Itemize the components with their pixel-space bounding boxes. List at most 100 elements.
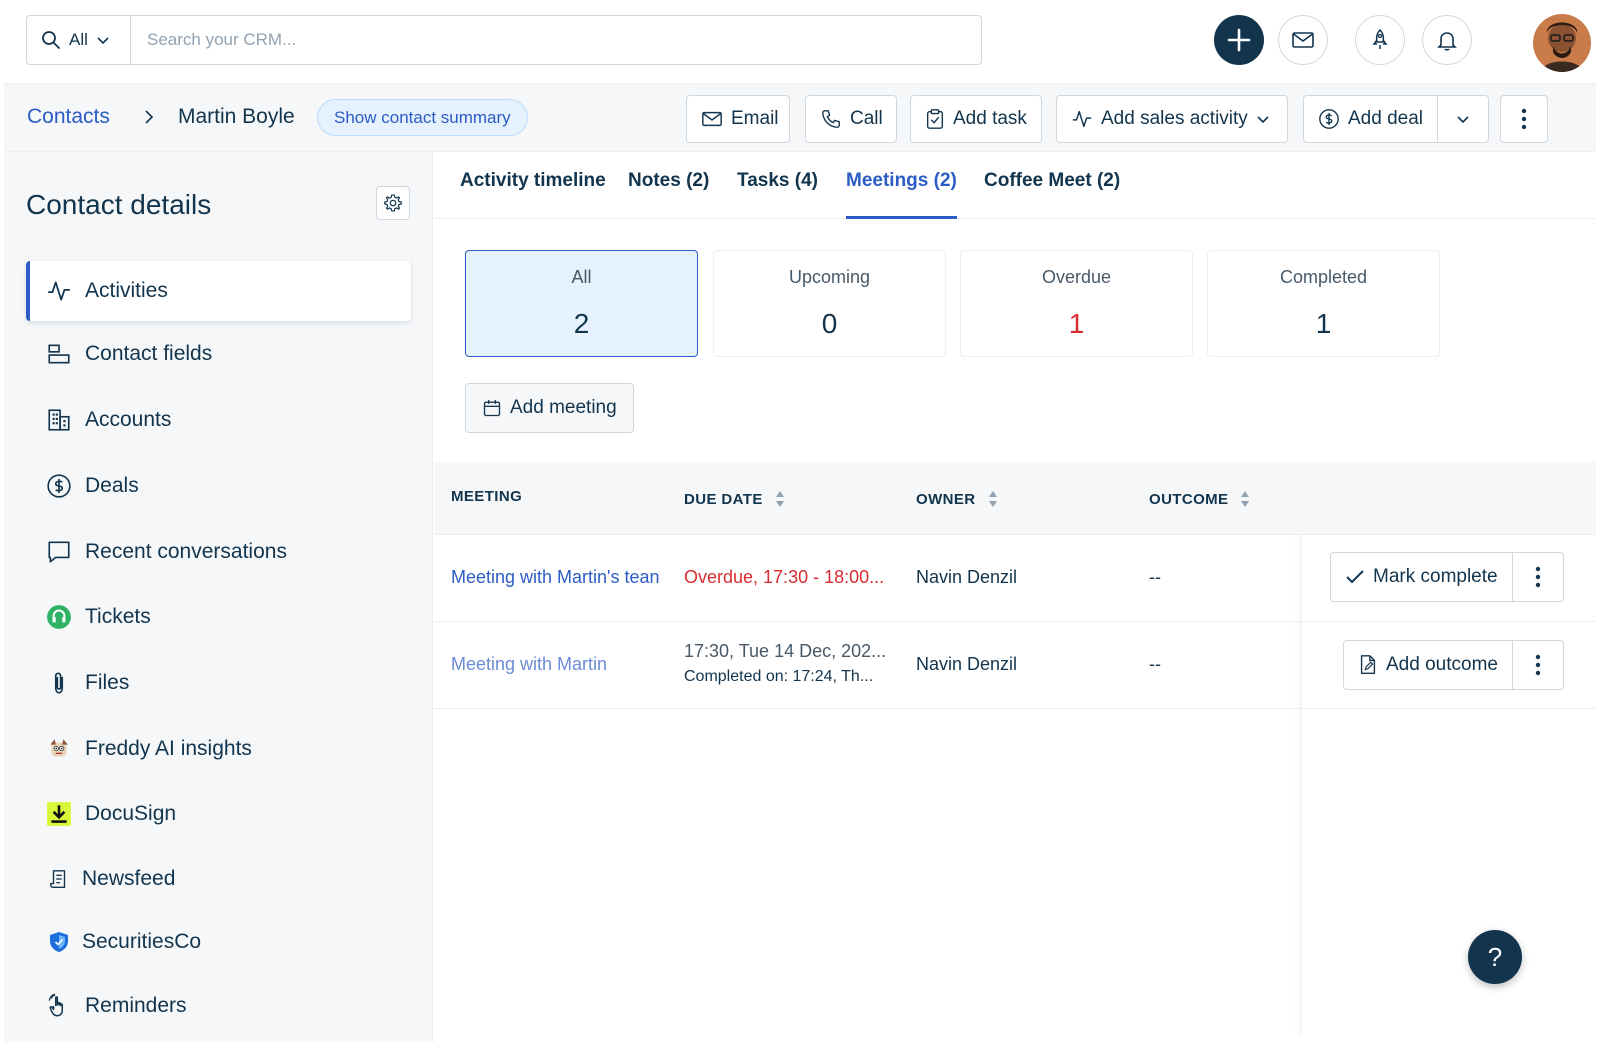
add-meeting-label: Add meeting — [510, 397, 617, 418]
column-header-owner[interactable]: OWNER — [916, 490, 998, 508]
sidebar-item-label: Files — [85, 671, 130, 694]
sidebar-item-files[interactable]: Files — [26, 653, 411, 713]
add-outcome-button[interactable]: Add outcome — [1344, 641, 1513, 689]
add-task-button-label: Add task — [953, 108, 1027, 129]
column-header-outcome[interactable]: OUTCOME — [1149, 490, 1250, 508]
email-button[interactable]: Email — [686, 95, 790, 143]
sidebar-item-tickets[interactable]: Tickets — [26, 587, 411, 647]
tab-tasks[interactable]: Tasks (4) — [737, 170, 818, 219]
sidebar-settings-button[interactable] — [376, 186, 410, 220]
bell-icon — [1437, 32, 1457, 51]
sidebar-item-label: Contact fields — [85, 342, 213, 365]
more-actions-button[interactable] — [1500, 95, 1548, 143]
contact-header: Contacts Martin Boyle Show contact summa… — [4, 84, 1596, 152]
owner-name: Navin Denzil — [916, 567, 1018, 587]
mark-complete-split-button: Mark complete — [1330, 552, 1564, 602]
fields-icon — [46, 341, 72, 367]
filter-card-completed[interactable]: Completed 1 — [1207, 250, 1440, 357]
tab-coffee-meet[interactable]: Coffee Meet (2) — [984, 170, 1120, 219]
add-sales-activity-label: Add sales activity — [1101, 108, 1248, 129]
meeting-title-link[interactable]: Meeting with Martin's tean — [451, 567, 660, 588]
call-button-label: Call — [850, 108, 883, 129]
add-sales-activity-button[interactable]: Add sales activity — [1056, 95, 1288, 143]
kebab-menu-icon — [1521, 108, 1527, 130]
filter-card-overdue[interactable]: Overdue 1 — [960, 250, 1193, 357]
sidebar-item-securitiesco[interactable]: SecuritiesCo — [26, 912, 411, 972]
sidebar-item-freddy-ai-insights[interactable]: Freddy AI insights — [26, 719, 411, 779]
getting-started-button[interactable] — [1355, 15, 1405, 65]
activity-icon — [46, 278, 72, 304]
column-header-due-date[interactable]: DUE DATE — [684, 490, 785, 508]
meeting-title-link[interactable]: Meeting with Martin — [451, 654, 607, 675]
quick-add-button[interactable] — [1214, 15, 1264, 65]
tab-activity-timeline[interactable]: Activity timeline — [460, 170, 606, 219]
sidebar-item-label: DocuSign — [85, 802, 177, 825]
filter-card-label: Completed — [1279, 267, 1368, 287]
sort-icon — [988, 491, 997, 507]
tab-notes[interactable]: Notes (2) — [628, 170, 709, 219]
show-contact-summary-button[interactable]: Show contact summary — [317, 99, 528, 136]
activity-icon — [1072, 110, 1092, 128]
document-edit-icon — [1360, 655, 1376, 674]
sidebar-item-label: Deals — [85, 474, 139, 497]
row-more-button[interactable] — [1513, 553, 1563, 601]
kebab-menu-icon — [1535, 566, 1540, 588]
filter-card-all[interactable]: All 2 — [465, 250, 698, 357]
search-input[interactable] — [131, 16, 981, 64]
due-date: Overdue, 17:30 - 18:00... — [684, 567, 885, 587]
filter-card-upcoming[interactable]: Upcoming 0 — [713, 250, 946, 357]
due-date: 17:30, Tue 14 Dec, 202... — [684, 641, 887, 661]
docusign-icon — [46, 801, 72, 827]
plus-icon — [1227, 28, 1251, 52]
add-task-button[interactable]: Add task — [910, 95, 1042, 143]
add-deal-button[interactable]: Add deal — [1304, 96, 1439, 142]
contact-name: Martin Boyle — [178, 105, 295, 128]
chevron-right-icon — [142, 109, 156, 125]
sidebar-item-activities[interactable]: Activities — [26, 261, 411, 321]
sidebar-title: Contact details — [26, 189, 212, 220]
filter-card-label: All — [571, 267, 592, 287]
notifications-button[interactable] — [1422, 15, 1472, 65]
meetings-table-header: MEETING DUE DATE OWNER OUTCOME — [434, 462, 1596, 535]
user-avatar[interactable] — [1533, 14, 1591, 72]
top-bar: All — [4, 4, 1596, 84]
sidebar-item-label: Accounts — [85, 408, 172, 431]
sidebar-item-newsfeed[interactable]: Newsfeed — [26, 849, 411, 909]
main-panel: Activity timeline Notes (2) Tasks (4) Me… — [434, 152, 1596, 1042]
tab-meetings[interactable]: Meetings (2) — [846, 170, 957, 219]
gear-icon — [384, 194, 402, 212]
sidebar-item-label: Tickets — [85, 605, 151, 628]
completed-on-date: Completed on: 17:24, Th... — [684, 668, 874, 685]
mail-button[interactable] — [1278, 15, 1328, 65]
sidebar-item-reminders[interactable]: Reminders — [26, 976, 411, 1036]
mark-complete-label: Mark complete — [1373, 566, 1498, 587]
contact-details-sidebar: Contact details Activities Contact field… — [4, 152, 433, 1042]
sidebar-item-contact-fields[interactable]: Contact fields — [26, 324, 411, 384]
sidebar-item-recent-conversations[interactable]: Recent conversations — [26, 522, 411, 582]
activity-tabs: Activity timeline Notes (2) Tasks (4) Me… — [434, 152, 1596, 219]
global-search: All — [26, 15, 982, 65]
freddy-icon — [46, 736, 72, 762]
filter-card-count: 2 — [573, 308, 590, 339]
row-more-button[interactable] — [1513, 641, 1563, 689]
add-deal-split-button: Add deal — [1303, 95, 1490, 143]
mark-complete-button[interactable]: Mark complete — [1331, 553, 1513, 601]
owner-name: Navin Denzil — [916, 654, 1018, 674]
filter-card-count: 0 — [821, 308, 838, 339]
breadcrumb-contacts-link[interactable]: Contacts — [27, 105, 110, 129]
table-row: Meeting with Martin's tean Overdue, 17:3… — [434, 535, 1596, 622]
paperclip-icon — [46, 670, 72, 696]
help-button[interactable]: ? — [1468, 930, 1522, 984]
search-scope-dropdown[interactable]: All — [27, 16, 131, 64]
add-deal-dropdown[interactable] — [1438, 96, 1488, 142]
add-meeting-button[interactable]: Add meeting — [465, 383, 634, 433]
newsfeed-icon — [46, 866, 72, 892]
dollar-circle-icon — [1319, 109, 1339, 129]
call-button[interactable]: Call — [805, 95, 897, 143]
column-header-meeting: MEETING — [451, 488, 523, 505]
sidebar-item-docusign[interactable]: DocuSign — [26, 784, 411, 844]
sidebar-item-deals[interactable]: Deals — [26, 456, 411, 516]
sidebar-item-accounts[interactable]: Accounts — [26, 390, 411, 450]
sidebar-item-label: Reminders — [85, 994, 187, 1017]
chat-icon — [46, 539, 72, 565]
